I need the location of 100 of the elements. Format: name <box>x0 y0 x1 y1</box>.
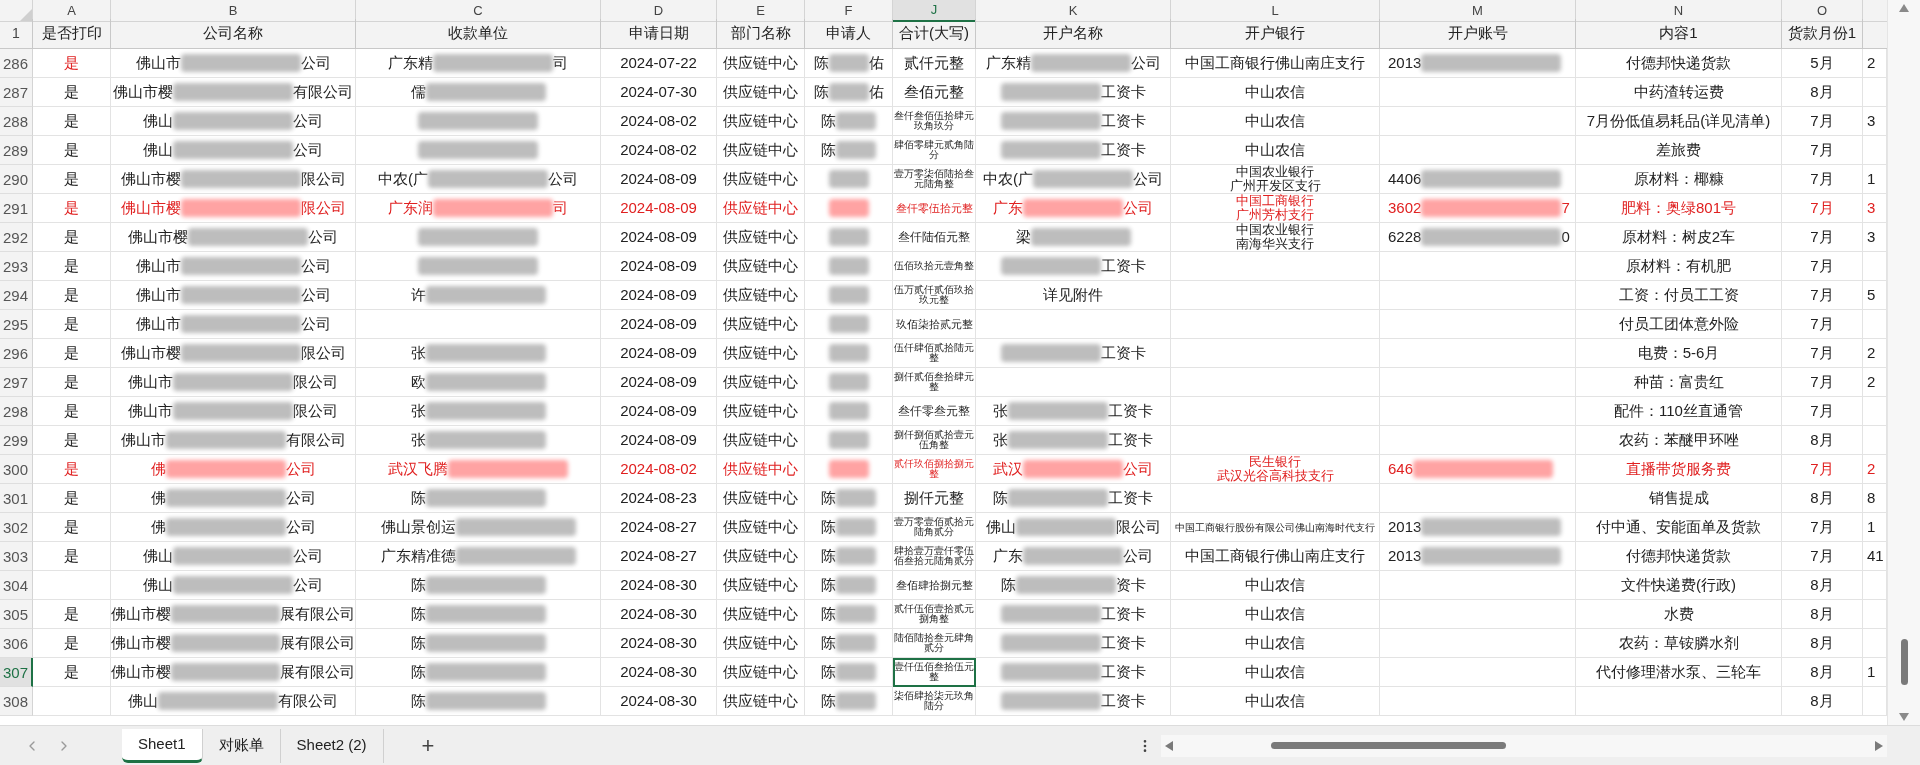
row-header[interactable]: 304 <box>0 571 33 600</box>
scroll-down-icon[interactable] <box>1899 713 1909 721</box>
scroll-up-icon[interactable] <box>1899 4 1909 12</box>
row-header[interactable]: 298 <box>0 397 33 426</box>
cell-text: 4406 <box>1388 168 1422 189</box>
table-cell: 8月 <box>1782 426 1863 455</box>
table-cell: 2024-08-09 <box>601 165 717 194</box>
table-cell: 8月 <box>1782 571 1863 600</box>
table-cell: 7月 <box>1782 310 1863 339</box>
row-header[interactable]: 291 <box>0 194 33 223</box>
row-header[interactable]: 307 <box>0 658 33 687</box>
table-cell: 供应链中心 <box>717 339 805 368</box>
row-header[interactable]: 302 <box>0 513 33 542</box>
column-header[interactable]: J <box>893 0 976 22</box>
row-header[interactable]: 290 <box>0 165 33 194</box>
table-cell: 7月 <box>1782 397 1863 426</box>
vertical-scrollbar[interactable] <box>1887 0 1920 725</box>
table-cell: 2024-08-09 <box>601 310 717 339</box>
cell-text: 公司 <box>293 110 323 131</box>
scroll-right-icon[interactable] <box>1875 740 1883 751</box>
cell-text: 0 <box>1561 226 1570 247</box>
cell-text: 工资卡 <box>1100 690 1146 711</box>
column-title: 合计(大写) <box>893 19 976 49</box>
row-header[interactable]: 289 <box>0 136 33 165</box>
cell-text: 646 <box>1388 458 1414 479</box>
column-title: 部门名称 <box>717 19 805 49</box>
sheet-tab[interactable]: Sheet2 (2) <box>280 728 384 763</box>
cell-text: 陈 <box>813 81 829 102</box>
row-header[interactable]: 301 <box>0 484 33 513</box>
cell-text: 佛山市 <box>135 313 181 334</box>
table-cell: 贰仟伍佰壹拾贰元捌角整 <box>893 600 976 629</box>
row-header[interactable]: 295 <box>0 310 33 339</box>
sheet-tab[interactable]: Sheet1 <box>122 728 203 763</box>
cell-text: 公司 <box>293 574 323 595</box>
row-header[interactable]: 288 <box>0 107 33 136</box>
table-cell: 伍仟肆佰贰拾陆元整 <box>893 339 976 368</box>
table-cell: 供应链中心 <box>717 687 805 716</box>
column-title: 申请人 <box>805 19 893 49</box>
cell-text: 佛山 <box>143 545 173 566</box>
table-cell: 叁仟零叁元整 <box>893 397 976 426</box>
horizontal-scrollbar[interactable] <box>1161 734 1887 757</box>
table-cell: 叁仟陆佰元整 <box>893 223 976 252</box>
row-header[interactable]: 286 <box>0 49 33 78</box>
cell-text: 广东精 <box>985 52 1031 73</box>
row-header[interactable]: 308 <box>0 687 33 716</box>
table-cell: 8月 <box>1782 658 1863 687</box>
row-header[interactable]: 294 <box>0 281 33 310</box>
table-cell: 8月 <box>1782 629 1863 658</box>
add-sheet-button[interactable]: + <box>413 729 443 762</box>
table-cell: 2024-08-30 <box>601 600 717 629</box>
scroll-left-icon[interactable] <box>1165 740 1173 751</box>
row-header[interactable]: 305 <box>0 600 33 629</box>
cell-text: 佛山 <box>143 110 173 131</box>
table-cell: 玖佰柒拾贰元整 <box>893 310 976 339</box>
table-cell: 农药：苯醚甲环唑 <box>1576 426 1782 455</box>
cell-text: 佛山 <box>128 690 158 711</box>
cell-text: 限公司 <box>1115 516 1161 537</box>
scrollbar-thumb[interactable] <box>1900 639 1908 685</box>
redaction-blur <box>828 83 869 101</box>
table-cell: 供应链中心 <box>717 542 805 571</box>
table-cell: 供应链中心 <box>717 368 805 397</box>
row-header[interactable]: 297 <box>0 368 33 397</box>
row-header[interactable]: 296 <box>0 339 33 368</box>
cell-text: 陈 <box>410 690 426 711</box>
table-cell: 中山农信 <box>1171 600 1380 629</box>
column-title: 公司名称 <box>111 19 356 49</box>
table-cell: 2024-08-09 <box>601 194 717 223</box>
cell-text: 佛山市樱 <box>120 342 181 363</box>
table-cell: 7月 <box>1782 194 1863 223</box>
row-header[interactable]: 306 <box>0 629 33 658</box>
table-cell: 原材料：树皮2车 <box>1576 223 1782 252</box>
row-header[interactable]: 293 <box>0 252 33 281</box>
cell-text: 广东 <box>993 197 1023 218</box>
cell-text: 司 <box>553 52 568 73</box>
cell-text: 佛山市 <box>135 284 181 305</box>
table-cell: 伍佰玖拾元壹角整 <box>893 252 976 281</box>
cell-text: 广东 <box>993 545 1023 566</box>
cell-text: 公司 <box>300 313 331 334</box>
cell-text: 公司 <box>285 516 316 537</box>
cell-text: 陈 <box>821 139 836 160</box>
table-cell: 2024-08-02 <box>601 107 717 136</box>
table-cell: 代付修理潜水泵、三轮车 <box>1576 658 1782 687</box>
scrollbar-thumb[interactable] <box>1271 742 1506 749</box>
cell-text: 是 <box>64 661 79 682</box>
cell-text: 陈 <box>821 516 836 537</box>
cell-text: 陈 <box>410 632 426 653</box>
table-cell: 中山农信 <box>1171 571 1380 600</box>
cell-text: 陈 <box>821 574 836 595</box>
cell-text: 公司 <box>293 545 323 566</box>
row-header[interactable]: 299 <box>0 426 33 455</box>
cell-text: 有限公司 <box>278 690 338 711</box>
row-header[interactable]: 303 <box>0 542 33 571</box>
redaction-blur <box>836 663 876 681</box>
table-cell: 付德邦快递货款 <box>1576 49 1782 78</box>
cell-text: 佛 <box>150 458 166 479</box>
row-header[interactable]: 287 <box>0 78 33 107</box>
cell-text: 佑 <box>868 52 884 73</box>
row-header[interactable]: 292 <box>0 223 33 252</box>
row-header[interactable]: 300 <box>0 455 33 484</box>
sheet-tab[interactable]: 对账单 <box>202 728 281 763</box>
